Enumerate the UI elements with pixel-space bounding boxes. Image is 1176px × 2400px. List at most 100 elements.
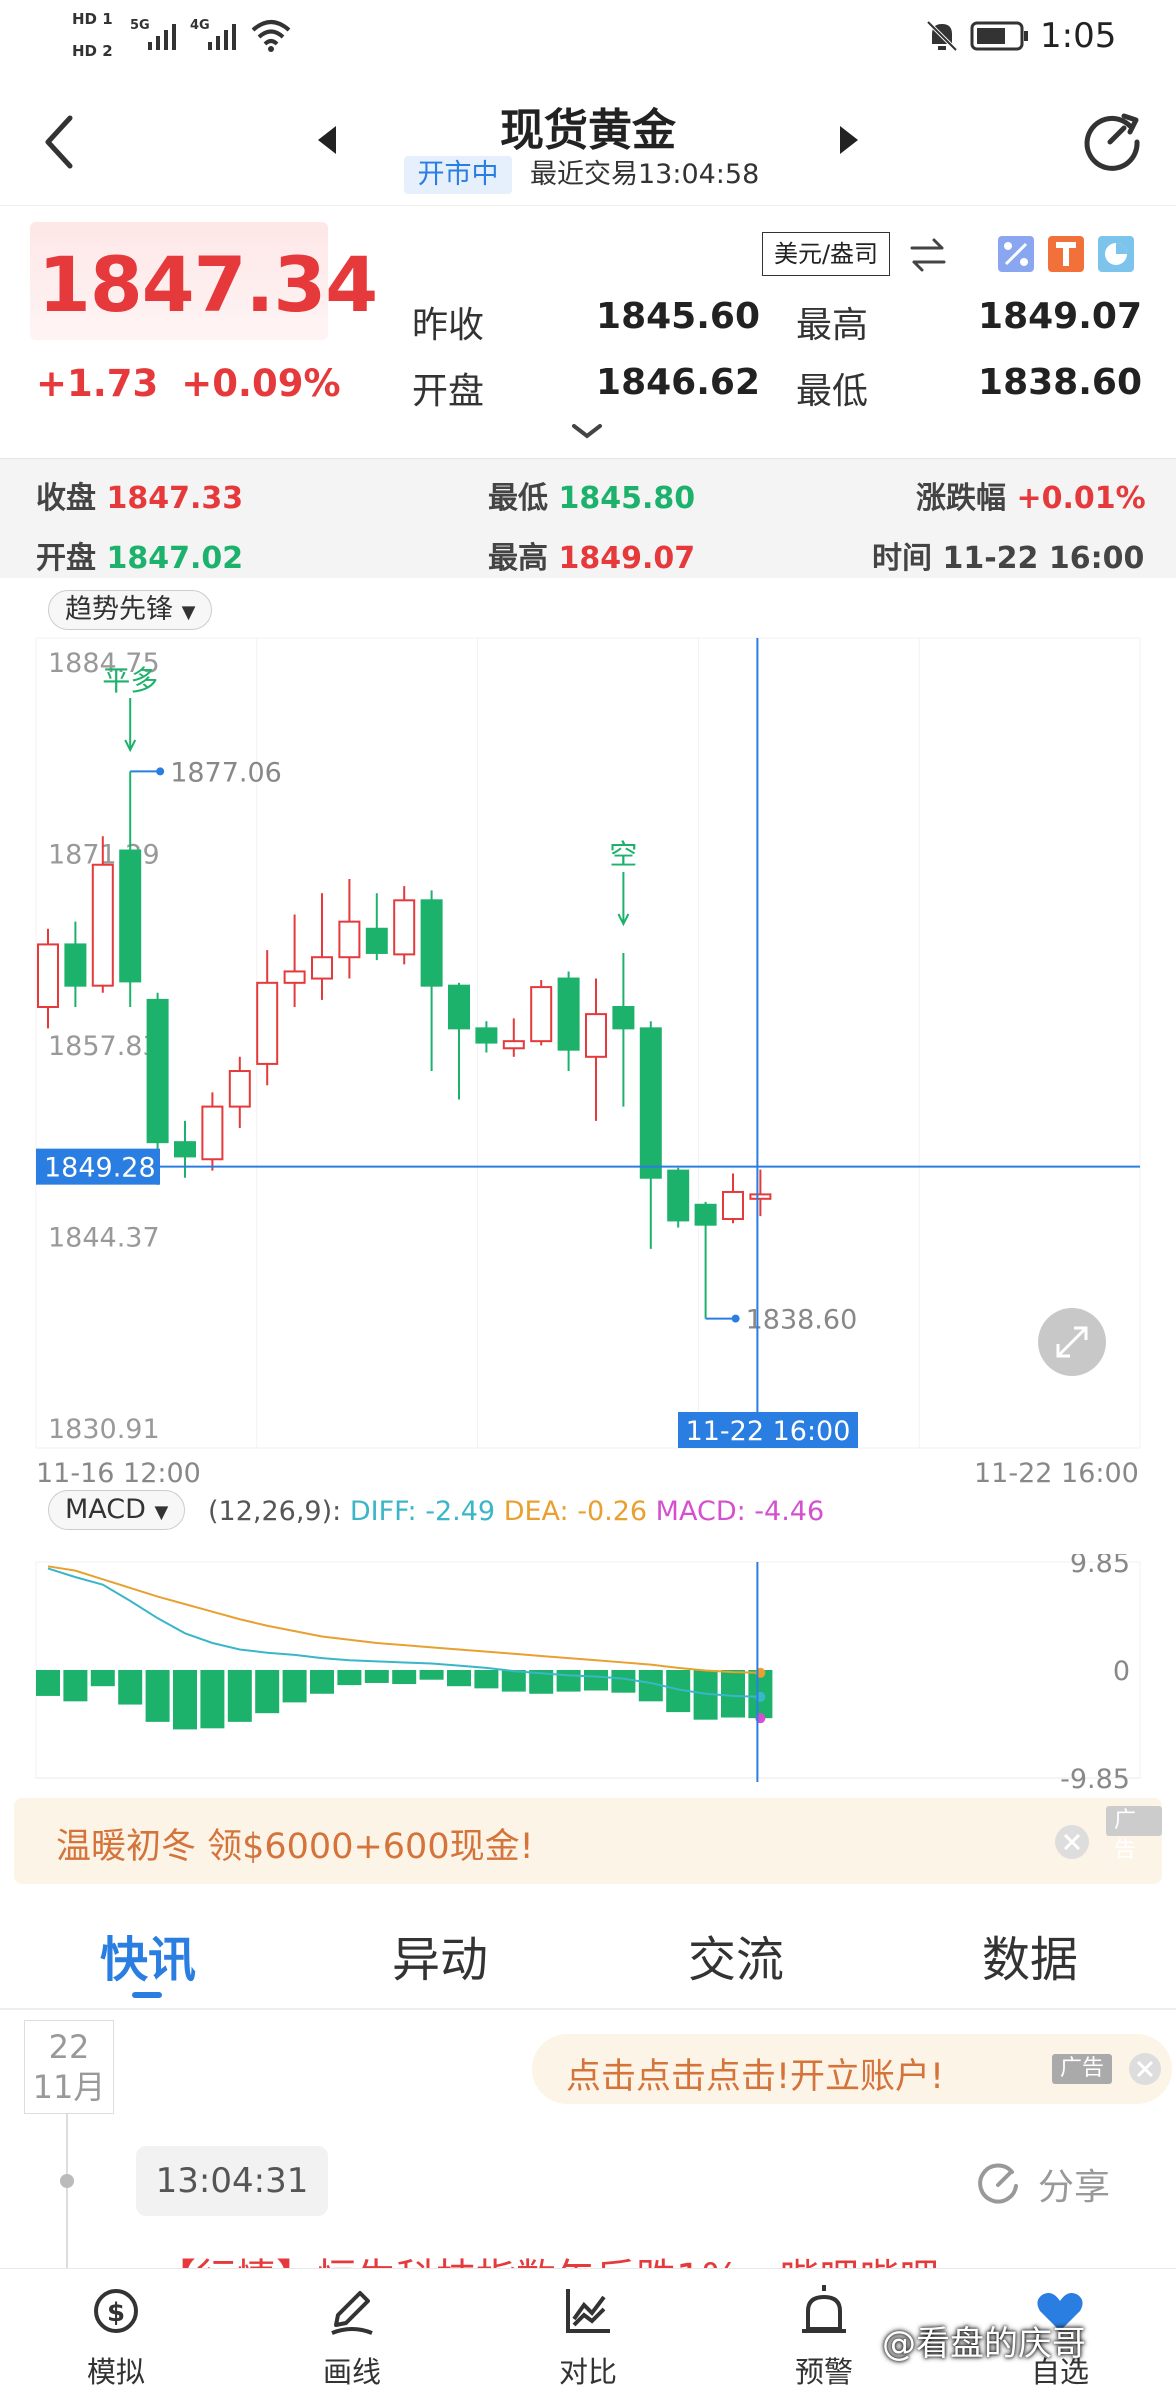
tab-movement[interactable]: 异动 [340,1920,540,1990]
candle-body [338,920,361,959]
candle-body [557,977,580,1051]
macd-bar [200,1670,225,1729]
macd-chart[interactable]: 9.85 0 -9.85 [0,1554,1176,1790]
macd-bar [63,1670,88,1702]
x-axis-start: 11-16 12:00 [36,1458,201,1489]
price-change: +1.73 +0.09% [36,362,341,405]
macd-bar [721,1670,745,1718]
candle-body [612,1006,635,1030]
ad-tag: 广告 [1106,1806,1162,1863]
swap-icon[interactable] [906,234,950,274]
percent-tool-icon[interactable] [996,234,1036,274]
change-percent: +0.09% [181,362,341,405]
macd-bar [118,1670,143,1705]
mute-bell-icon [926,20,958,52]
summary-high-label: 最高 [488,541,548,576]
nav-alert-label: 预警 [794,2355,853,2389]
share-icon [978,2163,1018,2204]
promo-banner[interactable]: 温暖初冬 领$6000+600现金! 广告 [14,1798,1162,1884]
macd-y-bot: -9.85 [1060,1764,1130,1790]
candle-body [420,899,443,987]
tower-tool-icon[interactable] [1046,234,1086,274]
expand-chevron-icon[interactable] [570,422,604,442]
candle-body [174,1141,196,1158]
summary-high: 最高 1849.07 [488,533,695,577]
wifi-icon [251,20,291,52]
hd2-indicator: HD 2 [72,42,113,60]
close-icon-2[interactable] [1128,2052,1162,2086]
page-title: 现货黄金 [500,105,676,156]
x-axis-end: 11-22 16:00 [974,1458,1139,1489]
macd-bar [611,1670,636,1693]
macd-bar [227,1670,252,1722]
open-label: 开盘 [412,371,485,412]
summary-time: 时间 11-22 16:00 [872,533,1144,577]
next-instrument-icon[interactable] [836,124,860,156]
nav-alert[interactable]: 预警 [744,2269,904,2400]
candle-body [256,981,279,1065]
macd-bar [173,1670,197,1730]
candle-body [585,1013,607,1058]
header: 现货黄金 开市中 最近交易13:04:58 [0,76,1176,206]
candle-body [201,1105,224,1161]
candle-body [722,1190,744,1221]
watermark: @看盘的庆哥 [882,2324,1086,2364]
candle-body [502,1040,525,1050]
macd-bar [36,1670,60,1696]
candle-body [365,927,388,954]
svg-text:$: $ [107,2298,125,2328]
summary-time-value: 11-22 16:00 [942,541,1145,576]
nav-compare[interactable]: 对比 [508,2269,668,2400]
candlestick-chart[interactable]: 1884.751871.291857.831844.371830.911877.… [0,578,1176,1458]
low-marker-label: 1838.60 [746,1305,858,1336]
low-label: 最低 [796,371,869,412]
candle-body [91,863,114,987]
account-ad[interactable]: 点击点击点击!开立账户! 广告 [532,2034,1172,2104]
high-value: 1849.07 [978,296,1142,337]
low-marker-dot [731,1314,740,1323]
hd1-indicator: HD 1 [72,10,113,28]
tab-flash-news[interactable]: 快讯 [48,1920,248,1990]
chart-area: 趋势先锋 ▼ 1884.75 1871.29 1857.83 1844.37 1830.… [0,578,1176,1790]
candle-body [530,986,553,1043]
summary-close: 收盘 1847.33 [36,473,243,517]
nav-draw-line[interactable]: 画线 [272,2269,432,2400]
candle-body [667,1169,690,1222]
close-icon[interactable] [1054,1824,1090,1860]
last-trade-time: 最近交易13:04:58 [530,159,760,190]
candle-summary: 收盘 1847.33 最低 1845.80 涨跌幅 +0.01% 开盘 1847… [0,458,1176,578]
candle-body [749,1193,772,1200]
ad-tag-2: 广告 [1052,2054,1113,2084]
status-time: 1:05 [1040,16,1117,56]
macd-macd: MACD: -4.46 [655,1496,825,1527]
high-marker-label: 1877.06 [170,757,282,788]
macd-bar [310,1670,334,1694]
candle-body [694,1203,717,1226]
dollar-refresh-icon: $ [94,2289,138,2333]
crosshair-price-label: 1849.28 [44,1153,156,1184]
pie-tool-icon[interactable] [1096,234,1136,274]
unit-toggle[interactable]: 美元/盎司 [762,232,890,276]
date-badge: 22 11月 [24,2020,114,2114]
macd-bar [419,1670,444,1680]
signal-short-label: 空 [609,838,637,871]
candle-body [639,1027,662,1179]
refresh-icon[interactable] [1080,108,1144,172]
candle-body [311,956,333,980]
macd-params: (12,26,9): [208,1496,342,1527]
summary-open-label: 开盘 [36,541,96,576]
summary-change-label: 涨跌幅 [916,481,1006,516]
summary-open: 开盘 1847.02 [36,533,243,577]
battery-icon [970,21,1028,51]
macd-selector[interactable]: MACD ▼ [48,1490,186,1530]
y-tick-label: 1830.91 [48,1414,160,1445]
nav-simulate[interactable]: $ 模拟 [36,2269,196,2400]
candle-body [119,849,142,983]
news-headline[interactable]: 【行情】恒生科技指数午后跌1%，哔哩哔哩 [156,2246,939,2268]
tab-discussion[interactable]: 交流 [636,1920,836,1990]
signal-icon [148,24,176,50]
summary-open-value: 1847.02 [106,541,244,576]
active-tab-indicator [132,1992,162,1998]
current-price: 1847.34 [38,240,378,329]
tab-data[interactable]: 数据 [930,1920,1130,1990]
